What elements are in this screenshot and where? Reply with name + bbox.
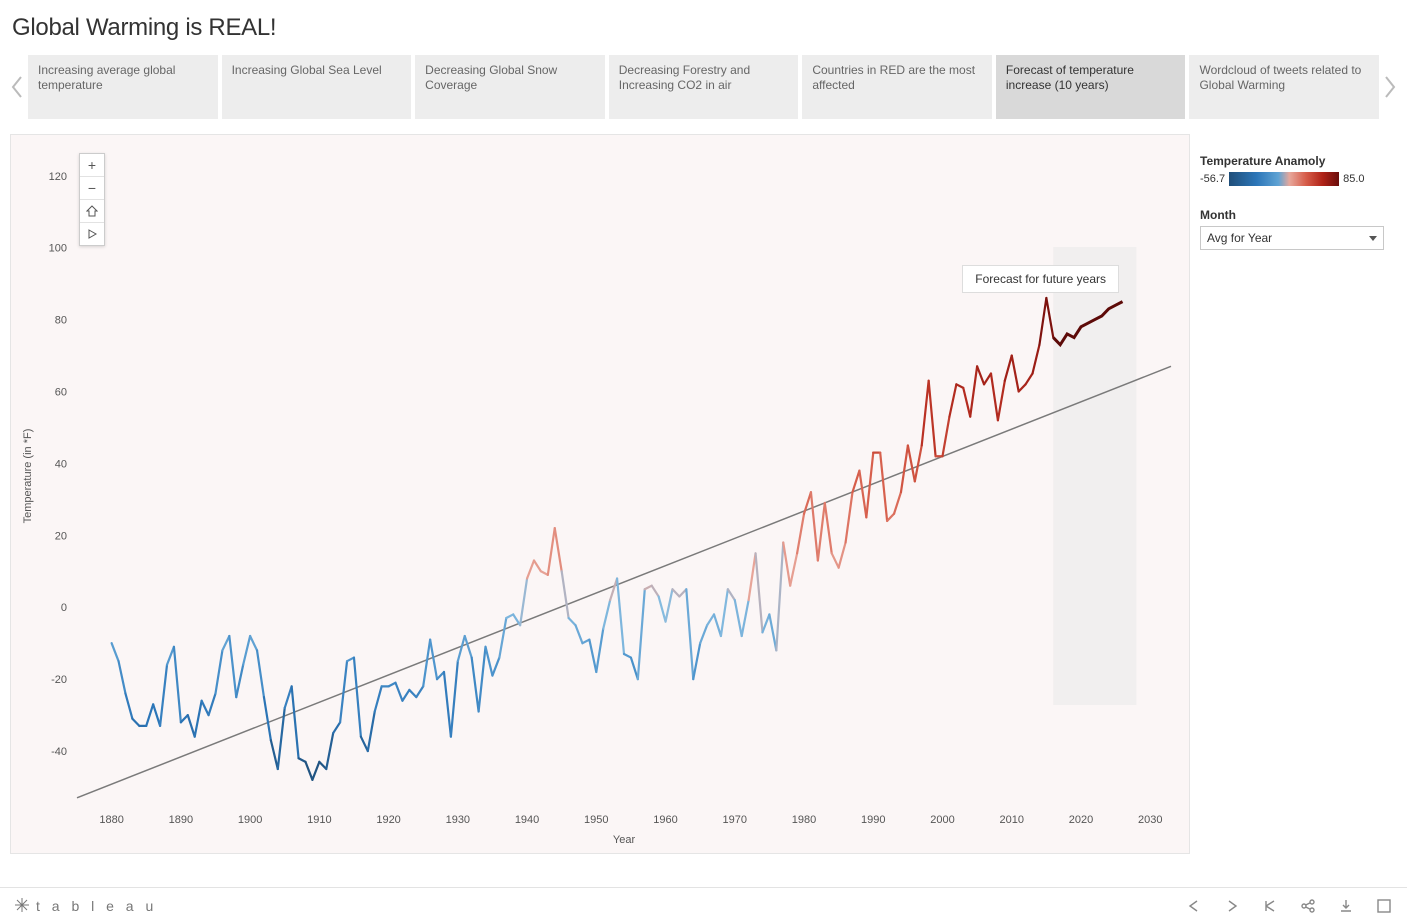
story-next-arrow[interactable] [1379,52,1401,122]
story-tab-5[interactable]: Forecast of temperature increase (10 yea… [996,55,1186,119]
share-icon [1300,898,1316,914]
svg-text:1950: 1950 [584,814,608,826]
svg-text:1990: 1990 [861,814,885,826]
color-legend: -56.7 85.0 [1200,172,1385,186]
svg-text:1940: 1940 [515,814,539,826]
forecast-annotation: Forecast for future years [962,265,1119,293]
legend-min: -56.7 [1200,173,1225,185]
month-dropdown[interactable]: Avg for Year [1200,226,1384,250]
download-icon [1338,898,1354,914]
svg-text:120: 120 [49,171,67,183]
tableau-logo[interactable]: t a b l e a u [14,897,157,916]
story-prev-arrow[interactable] [6,52,28,122]
chart-frame[interactable]: + − Forecast for future years -40 -20 0 20 4… [10,134,1190,854]
page-title: Global Warming is REAL! [0,0,1407,48]
svg-text:-20: -20 [51,674,67,686]
story-tab-3[interactable]: Decreasing Forestry and Increasing CO2 i… [609,55,799,119]
viz-wrap: + − Forecast for future years -40 -20 0 20 4… [0,126,1407,854]
caret-down-icon [1369,236,1377,241]
fullscreen-icon [1376,898,1392,914]
legend-title: Temperature Anamoly [1200,154,1385,168]
reset-icon [1262,898,1278,914]
undo-button[interactable] [1185,897,1203,915]
page-root: Global Warming is REAL! Increasing avera… [0,0,1407,924]
chevron-left-icon [11,76,23,98]
zoom-in-button[interactable]: + [80,154,104,177]
story-bar: Increasing average global temperatureInc… [0,48,1407,126]
svg-text:2020: 2020 [1069,814,1093,826]
zoom-toolbar: + − [79,153,105,246]
story-tab-1[interactable]: Increasing Global Sea Level [222,55,412,119]
footer: t a b l e a u [0,887,1407,924]
svg-text:1920: 1920 [376,814,400,826]
svg-text:40: 40 [55,458,67,470]
reset-button[interactable] [1261,897,1279,915]
svg-text:1890: 1890 [169,814,193,826]
side-panel: Temperature Anamoly -56.7 85.0 Month Avg… [1200,134,1385,854]
svg-text:2000: 2000 [930,814,954,826]
svg-text:0: 0 [61,602,67,614]
story-tabs: Increasing average global temperatureInc… [28,55,1379,119]
svg-text:1900: 1900 [238,814,262,826]
fullscreen-button[interactable] [1375,897,1393,915]
arrow-right-icon [1224,898,1240,914]
arrow-left-icon [1186,898,1202,914]
filter-label: Month [1200,208,1385,222]
svg-text:20: 20 [55,530,67,542]
zoom-home-button[interactable] [80,200,104,223]
share-button[interactable] [1299,897,1317,915]
tableau-mark-icon [14,897,30,916]
svg-text:Temperature (in *F): Temperature (in *F) [22,429,34,524]
story-tab-2[interactable]: Decreasing Global Snow Coverage [415,55,605,119]
home-icon [86,205,98,217]
svg-text:80: 80 [55,315,67,327]
play-icon [86,228,98,240]
svg-text:1930: 1930 [446,814,470,826]
svg-text:1910: 1910 [307,814,331,826]
svg-text:2010: 2010 [1000,814,1024,826]
download-button[interactable] [1337,897,1355,915]
redo-button[interactable] [1223,897,1241,915]
svg-text:Year: Year [613,834,636,846]
svg-text:-40: -40 [51,746,67,758]
svg-text:1980: 1980 [792,814,816,826]
legend-max: 85.0 [1343,173,1364,185]
tableau-wordmark: t a b l e a u [36,898,157,914]
story-tab-4[interactable]: Countries in RED are the most affected [802,55,992,119]
line-chart: -40 -20 0 20 40 60 80 100 120 1880 1890 1900 1910 192… [11,135,1189,853]
chevron-right-icon [1384,76,1396,98]
footer-icons [1185,897,1393,915]
story-tab-0[interactable]: Increasing average global temperature [28,55,218,119]
zoom-out-button[interactable]: − [80,177,104,200]
svg-text:100: 100 [49,243,67,255]
svg-text:2030: 2030 [1138,814,1162,826]
svg-text:1960: 1960 [653,814,677,826]
dropdown-value: Avg for Year [1207,231,1272,245]
story-tab-6[interactable]: Wordcloud of tweets related to Global Wa… [1189,55,1379,119]
zoom-play-button[interactable] [80,223,104,245]
svg-text:1880: 1880 [99,814,123,826]
legend-gradient [1229,172,1339,186]
svg-text:60: 60 [55,387,67,399]
svg-text:1970: 1970 [723,814,747,826]
